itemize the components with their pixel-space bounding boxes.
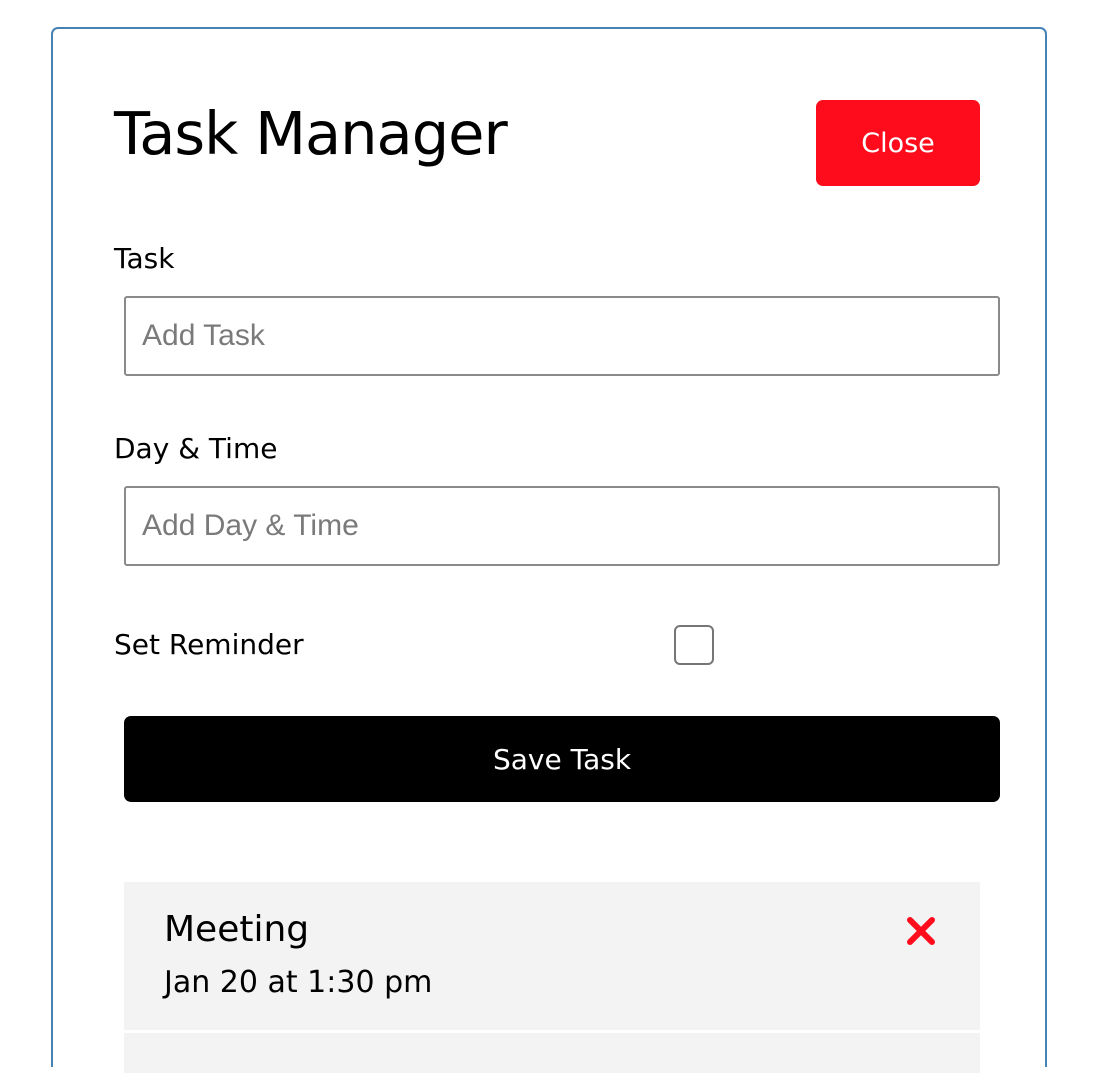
task-label: Task: [114, 242, 175, 275]
save-task-button[interactable]: Save Task: [124, 716, 1000, 802]
task-time: Jan 20 at 1:30 pm: [164, 965, 433, 1000]
task-manager-panel: Task Manager Close Task Day & Time Set R…: [51, 27, 1047, 1073]
task-list-item[interactable]: Meeting Jan 20 at 1:30 pm: [124, 882, 980, 1033]
page-title: Task Manager: [114, 99, 508, 168]
reminder-label: Set Reminder: [114, 628, 304, 661]
close-x-icon[interactable]: [904, 914, 938, 948]
reminder-checkbox[interactable]: [674, 625, 714, 665]
day-time-label: Day & Time: [114, 432, 278, 465]
day-time-input[interactable]: [124, 486, 1000, 566]
task-list-item[interactable]: [124, 1033, 980, 1073]
close-button[interactable]: Close: [816, 100, 980, 186]
task-name: Meeting: [164, 909, 310, 950]
task-input[interactable]: [124, 296, 1000, 376]
